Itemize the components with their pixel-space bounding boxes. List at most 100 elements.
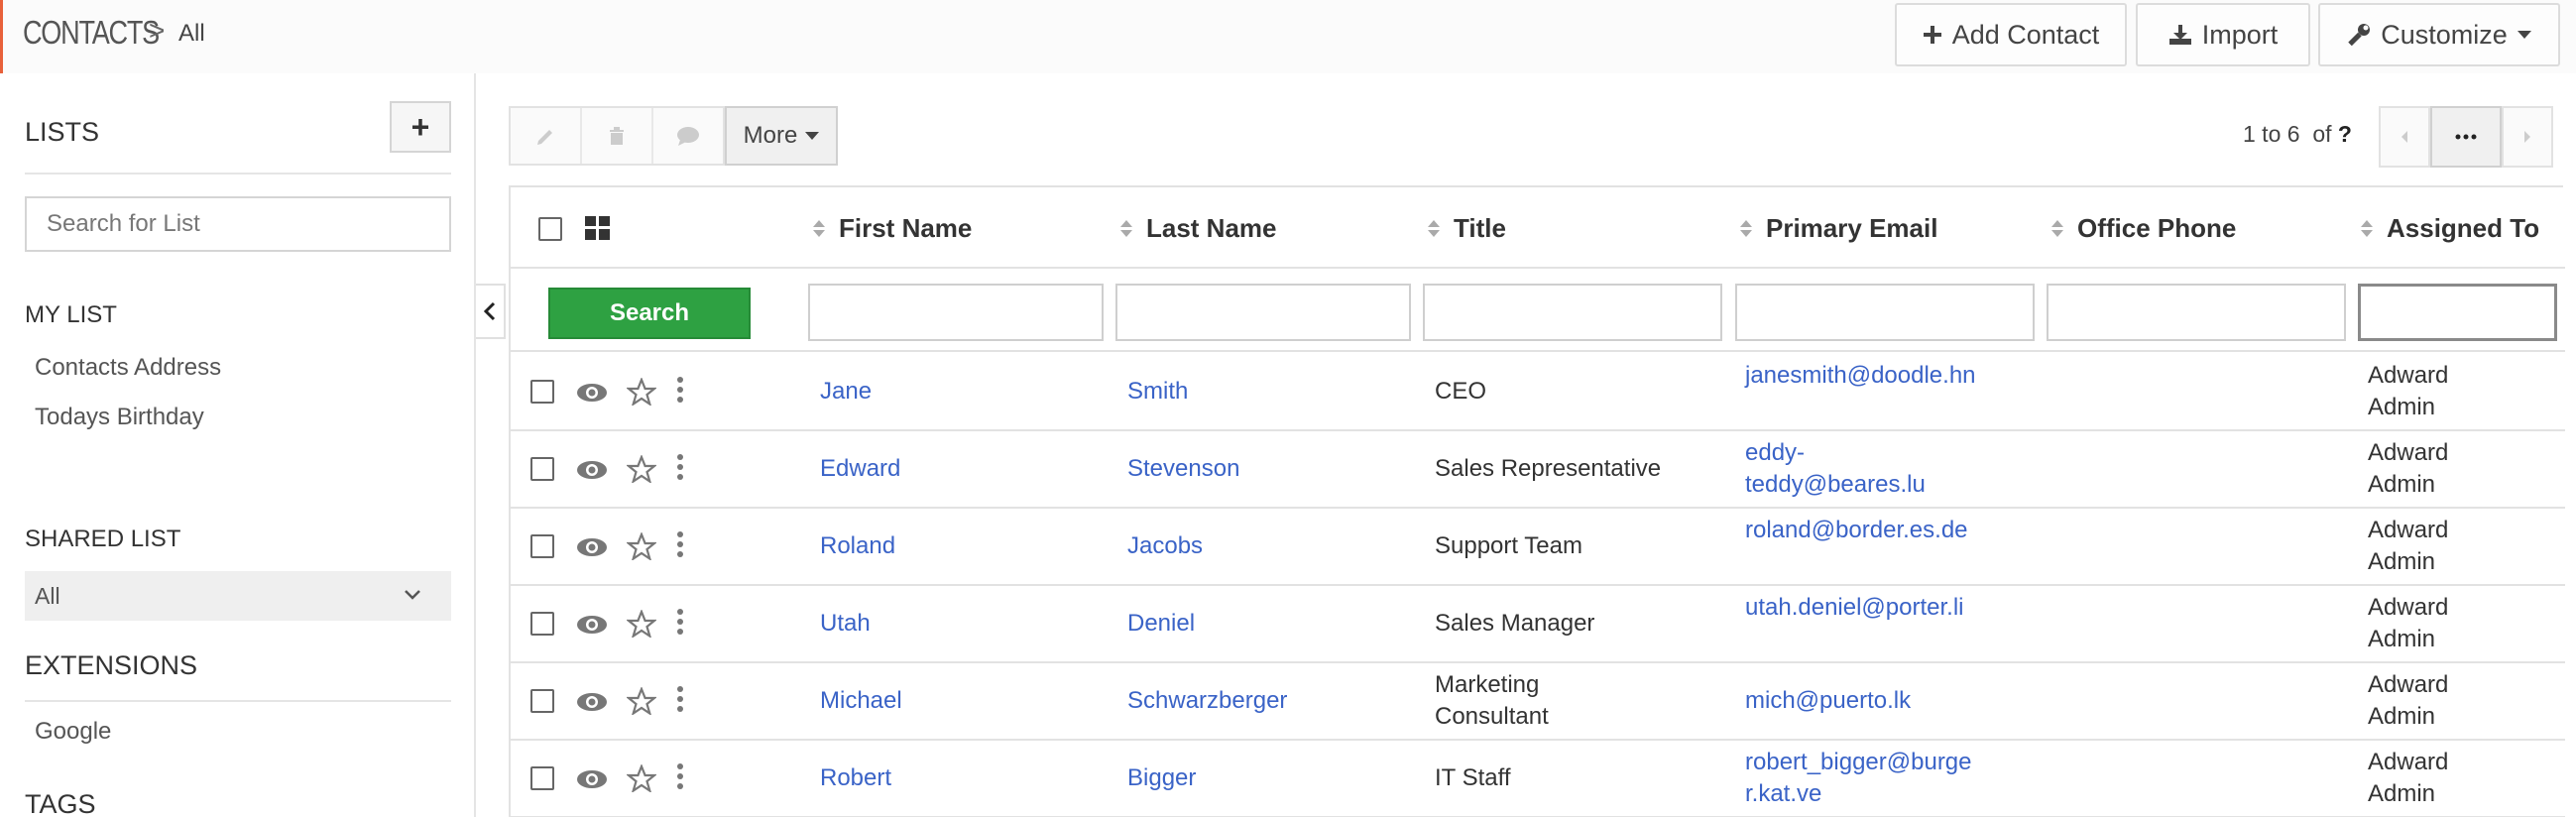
star-icon[interactable]: [627, 455, 656, 483]
column-header-assigned-to[interactable]: Assigned To: [2361, 213, 2539, 244]
row-checkbox[interactable]: [530, 766, 554, 790]
assigned-to-cell: Adward Admin: [2368, 439, 2449, 498]
row-checkbox[interactable]: [530, 534, 554, 558]
sort-icon: [2051, 220, 2063, 237]
select-all-checkbox[interactable]: [538, 217, 562, 241]
pagination-total[interactable]: ?: [2338, 121, 2352, 147]
row-checkbox[interactable]: [530, 612, 554, 636]
column-header-first-name[interactable]: First Name: [813, 213, 972, 244]
star-icon[interactable]: [627, 532, 656, 560]
sort-icon: [2361, 220, 2373, 237]
title-cell: IT Staff: [1435, 764, 1511, 791]
eye-icon[interactable]: [576, 536, 608, 558]
comment-button[interactable]: [653, 108, 723, 164]
email-link[interactable]: robert_bigger@burger.kat.ve: [1745, 747, 1983, 810]
assigned-to-cell: Adward Admin: [2368, 517, 2449, 575]
last-name-link[interactable]: Deniel: [1127, 608, 1195, 640]
table-row: Michael Schwarzberger Marketing Consulta…: [511, 663, 2565, 741]
chevron-left-icon: [483, 301, 496, 321]
title-cell: CEO: [1435, 378, 1487, 405]
filter-office-phone-input[interactable]: [2047, 284, 2346, 341]
column-header-label: Last Name: [1146, 213, 1277, 243]
sidebar-collapse-toggle[interactable]: [476, 284, 506, 339]
shared-list-select[interactable]: All: [25, 571, 451, 621]
last-name-link[interactable]: Schwarzberger: [1127, 685, 1287, 717]
last-name-link[interactable]: Bigger: [1127, 762, 1196, 794]
divider: [25, 700, 451, 702]
my-list-title: MY LIST: [25, 301, 117, 328]
last-name-link[interactable]: Jacobs: [1127, 530, 1203, 562]
more-vertical-icon[interactable]: [676, 376, 684, 404]
customize-button[interactable]: Customize: [2318, 3, 2560, 66]
next-page-button[interactable]: [2502, 106, 2553, 168]
first-name-link[interactable]: Roland: [820, 530, 895, 562]
filter-assigned-to-input[interactable]: [2358, 284, 2557, 341]
chevron-right-icon: [2524, 131, 2530, 143]
email-link[interactable]: utah.deniel@porter.li: [1745, 592, 1983, 624]
eye-icon[interactable]: [576, 768, 608, 790]
email-link[interactable]: roland@border.es.de: [1745, 515, 1983, 546]
filter-title-input[interactable]: [1423, 284, 1722, 341]
column-settings-icon[interactable]: [584, 215, 612, 241]
more-vertical-icon[interactable]: [676, 608, 684, 636]
eye-icon[interactable]: [576, 382, 608, 404]
email-link[interactable]: janesmith@doodle.hn: [1745, 360, 1983, 392]
table-row: Edward Stevenson Sales Representative ed…: [511, 431, 2565, 509]
first-name-link[interactable]: Utah: [820, 608, 871, 640]
title-cell: Marketing Consultant: [1435, 671, 1549, 730]
delete-button[interactable]: [582, 108, 653, 164]
sort-icon: [1740, 220, 1752, 237]
pagination-of: of: [2312, 121, 2332, 147]
row-checkbox[interactable]: [530, 380, 554, 404]
page-jump-button[interactable]: [2430, 106, 2502, 168]
more-actions-button[interactable]: More: [725, 106, 838, 166]
row-checkbox[interactable]: [530, 457, 554, 481]
star-icon[interactable]: [627, 687, 656, 715]
sidebar-item-contacts-address[interactable]: Contacts Address: [35, 354, 221, 382]
filter-email-input[interactable]: [1735, 284, 2035, 341]
more-vertical-icon[interactable]: [676, 685, 684, 713]
add-list-button[interactable]: +: [390, 101, 451, 153]
email-link[interactable]: eddy-teddy@beares.lu: [1745, 437, 1943, 501]
column-header-office-phone[interactable]: Office Phone: [2051, 213, 2236, 244]
add-contact-button[interactable]: Add Contact: [1895, 3, 2127, 66]
chevron-down-icon: [405, 590, 420, 600]
pagination-range: 1 to 6: [2243, 121, 2300, 147]
first-name-link[interactable]: Edward: [820, 453, 900, 485]
first-name-link[interactable]: Michael: [820, 685, 902, 717]
sidebar-item-todays-birthday[interactable]: Todays Birthday: [35, 404, 204, 431]
edit-button[interactable]: [511, 108, 582, 164]
more-vertical-icon[interactable]: [676, 530, 684, 558]
column-header-label: Office Phone: [2077, 213, 2237, 243]
previous-page-button[interactable]: [2379, 106, 2430, 168]
title-cell: Sales Representative: [1435, 455, 1662, 482]
filter-first-name-input[interactable]: [808, 284, 1104, 341]
star-icon[interactable]: [627, 764, 656, 792]
star-icon[interactable]: [627, 378, 656, 406]
list-search-input[interactable]: [25, 196, 451, 252]
last-name-link[interactable]: Smith: [1127, 376, 1188, 408]
eye-icon[interactable]: [576, 459, 608, 481]
chevron-down-icon: [805, 132, 820, 140]
column-header-primary-email[interactable]: Primary Email: [1740, 213, 1937, 244]
table-row: Roland Jacobs Support Team roland@border…: [511, 509, 2565, 586]
sidebar-item-google[interactable]: Google: [35, 718, 111, 746]
breadcrumb-module[interactable]: CONTACTS: [23, 14, 160, 52]
eye-icon[interactable]: [576, 691, 608, 713]
search-button[interactable]: Search: [548, 288, 751, 339]
import-button[interactable]: Import: [2136, 3, 2310, 66]
email-link[interactable]: mich@puerto.lk: [1745, 685, 1983, 717]
first-name-link[interactable]: Jane: [820, 376, 872, 408]
eye-icon[interactable]: [576, 614, 608, 636]
filter-last-name-input[interactable]: [1115, 284, 1411, 341]
last-name-link[interactable]: Stevenson: [1127, 453, 1239, 485]
assigned-to-cell: Adward Admin: [2368, 362, 2449, 420]
sort-icon: [1428, 220, 1440, 237]
more-vertical-icon[interactable]: [676, 453, 684, 481]
column-header-title[interactable]: Title: [1428, 213, 1506, 244]
star-icon[interactable]: [627, 610, 656, 638]
row-checkbox[interactable]: [530, 689, 554, 713]
first-name-link[interactable]: Robert: [820, 762, 891, 794]
more-vertical-icon[interactable]: [676, 762, 684, 790]
column-header-last-name[interactable]: Last Name: [1120, 213, 1277, 244]
